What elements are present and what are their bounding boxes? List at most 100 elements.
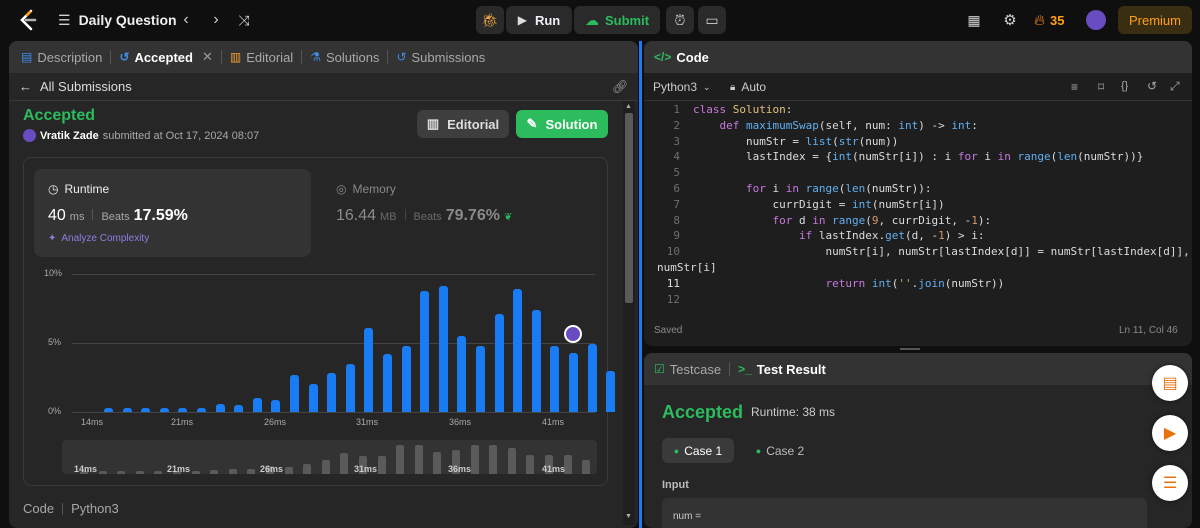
left-tab-bar: ▤ Description ↺ Accepted ✕ ▥ Editorial ⚗… (9, 41, 638, 73)
code-editor[interactable]: 1 class Solution: 2 def maximumSwap(self, … (644, 101, 1190, 323)
code-line[interactable]: 7 currDigit = int(numStr[i]) (644, 197, 945, 214)
minimap-bars (72, 440, 591, 474)
code-brackets-icon: </> (654, 50, 672, 64)
tab-submissions[interactable]: ↺ Submissions (388, 41, 493, 73)
braces-icon[interactable]: {} (1121, 80, 1128, 92)
auto-mode[interactable]: 🔒︎ Auto (730, 80, 766, 94)
chart-bar[interactable] (159, 407, 169, 412)
chart-bar[interactable] (531, 309, 541, 412)
scrollbar-thumb[interactable] (625, 113, 633, 303)
bookmark-icon[interactable]: ⌑ (1098, 80, 1104, 94)
problem-list-button[interactable]: ☰ Daily Question (58, 6, 177, 34)
notes-fab-icon[interactable]: ▤ (1152, 365, 1188, 401)
chart-bar[interactable] (513, 289, 523, 412)
chart-bar[interactable] (215, 403, 225, 412)
premium-button[interactable]: Premium (1118, 6, 1192, 34)
editorial-button[interactable]: ▥ Editorial (417, 110, 509, 138)
tab-accepted[interactable]: ↺ Accepted ✕ (111, 41, 221, 73)
chart-bar[interactable] (550, 345, 560, 412)
list-fab-icon[interactable]: ☰ (1152, 465, 1188, 501)
code-footer: Code Python3 (23, 501, 119, 516)
next-problem-icon[interactable]: › (202, 6, 230, 34)
chart-bar[interactable] (494, 314, 504, 412)
prev-problem-icon[interactable]: ‹ (172, 6, 200, 34)
code-line[interactable]: 9 if lastIndex.get(d, -1) > i: (644, 229, 984, 245)
submission-panel: ▤ Description ↺ Accepted ✕ ▥ Editorial ⚗… (9, 41, 638, 528)
back-to-submissions[interactable]: ← All Submissions (19, 79, 132, 94)
chart-bar[interactable] (364, 327, 374, 412)
settings-gear-icon[interactable]: ⚙ (996, 6, 1024, 34)
code-line[interactable]: 5 (644, 166, 693, 182)
chart-bar[interactable] (476, 345, 485, 412)
horizontal-resize-handle[interactable] (900, 348, 920, 350)
tab-editorial[interactable]: ▥ Editorial (222, 41, 301, 73)
case-1-button[interactable]: ● Case 1 (662, 438, 734, 463)
share-link-icon[interactable]: 🔗︎ (612, 79, 629, 95)
code-line[interactable]: 10 numStr[i], numStr[lastIndex[d]] = num… (644, 245, 1190, 261)
chart-bar[interactable] (122, 407, 132, 412)
tab-test-result[interactable]: >_ Test Result (730, 353, 834, 385)
memory-card[interactable]: ◎ Memory 16.44 MB Beats 79.76% ❦ (322, 169, 599, 257)
tab-solutions[interactable]: ⚗ Solutions (302, 41, 387, 73)
chart-bar[interactable] (438, 286, 448, 412)
chart-bar[interactable] (141, 407, 151, 412)
format-icon[interactable]: ≡ (1071, 80, 1078, 94)
tab-description[interactable]: ▤ Description (9, 41, 110, 73)
video-fab-icon[interactable]: ▶ (1152, 415, 1188, 451)
code-line[interactable]: 4 lastIndex = {int(numStr[i]) : i for i … (644, 150, 1143, 166)
language-select[interactable]: Python3 ⌄ (653, 80, 711, 94)
chart-bar[interactable] (197, 407, 206, 412)
code-panel: </> Code Python3 ⌄ 🔒︎ Auto ≡ ⌑ {} ↺ ⤢ 1c… (644, 41, 1192, 346)
layout-grid-icon[interactable]: ▦ (960, 6, 988, 34)
solution-button[interactable]: ✎ Solution (516, 110, 608, 138)
chart-bar[interactable] (569, 352, 578, 412)
panel-resize-handle[interactable] (639, 41, 642, 528)
code-line[interactable]: 3 numStr = list(str(num)) (644, 135, 898, 151)
chart-bar[interactable] (104, 407, 113, 412)
scroll-up-arrow-icon[interactable]: ▲ (625, 103, 632, 110)
chart-bar[interactable] (234, 405, 244, 412)
code-line[interactable]: 11 return int(''.join(numStr)) (644, 277, 1005, 293)
case-2-button[interactable]: ● Case 2 (744, 438, 816, 463)
user-avatar[interactable] (1086, 10, 1106, 30)
code-line[interactable]: 8 for d in range(9, currDigit, -1): (644, 214, 991, 230)
leetcode-logo-icon[interactable] (14, 6, 42, 34)
notes-icon[interactable]: ▭ (698, 6, 726, 34)
chart-bar[interactable] (178, 407, 188, 412)
runtime-card[interactable]: ◷ Runtime 40 ms Beats 17.59% ✦ Analyze C… (34, 169, 311, 257)
streak-counter[interactable]: 🔥︎ 35 (1034, 6, 1064, 34)
chart-bar[interactable] (587, 344, 597, 412)
vertical-scrollbar[interactable]: ▲ ▼ (623, 101, 635, 525)
chart-bar[interactable] (345, 363, 355, 412)
fullscreen-icon[interactable]: ⤢ (1170, 79, 1180, 94)
code-line[interactable]: 6 for i in range(len(numStr)): (644, 182, 931, 198)
tab-testcase[interactable]: ☑ Testcase (644, 353, 729, 385)
chart-bar[interactable] (252, 398, 262, 412)
scroll-down-arrow-icon[interactable]: ▼ (625, 513, 632, 520)
reset-icon[interactable]: ↺ (1147, 79, 1157, 93)
debug-button[interactable]: 🐞︎ (476, 6, 504, 34)
submitter-name[interactable]: Vratik Zade (40, 130, 99, 142)
chart-range-slider[interactable]: 14ms 21ms 26ms 31ms 36ms 41ms (62, 440, 597, 474)
chart-bar[interactable] (606, 370, 616, 412)
run-button[interactable]: ▶ Run (506, 6, 572, 34)
chart-bar[interactable] (271, 399, 281, 412)
alarm-clock-icon[interactable]: ⏰︎ (666, 6, 694, 34)
chart-bar[interactable] (308, 384, 318, 412)
submit-button[interactable]: ☁ Submit (574, 6, 660, 34)
analyze-complexity-link[interactable]: ✦ Analyze Complexity (48, 233, 149, 244)
shuffle-icon[interactable]: ⤨ (230, 6, 258, 34)
line-text: currDigit = int(numStr[i]) (693, 197, 945, 211)
code-line[interactable]: numStr[i] (644, 261, 717, 277)
code-line[interactable]: 12 (644, 293, 693, 309)
chart-bar[interactable] (401, 345, 411, 412)
chart-bar[interactable] (290, 374, 299, 412)
chart-bar[interactable] (420, 290, 430, 412)
code-line[interactable]: 1 class Solution: (644, 103, 792, 119)
code-line[interactable]: 2 def maximumSwap(self, num: int) -> int… (644, 119, 977, 135)
minimap-tick: 36ms (448, 464, 472, 474)
chart-bar[interactable] (457, 336, 467, 412)
chart-bar[interactable] (383, 354, 392, 412)
close-tab-icon[interactable]: ✕ (202, 49, 213, 65)
chart-bar[interactable] (327, 373, 337, 412)
